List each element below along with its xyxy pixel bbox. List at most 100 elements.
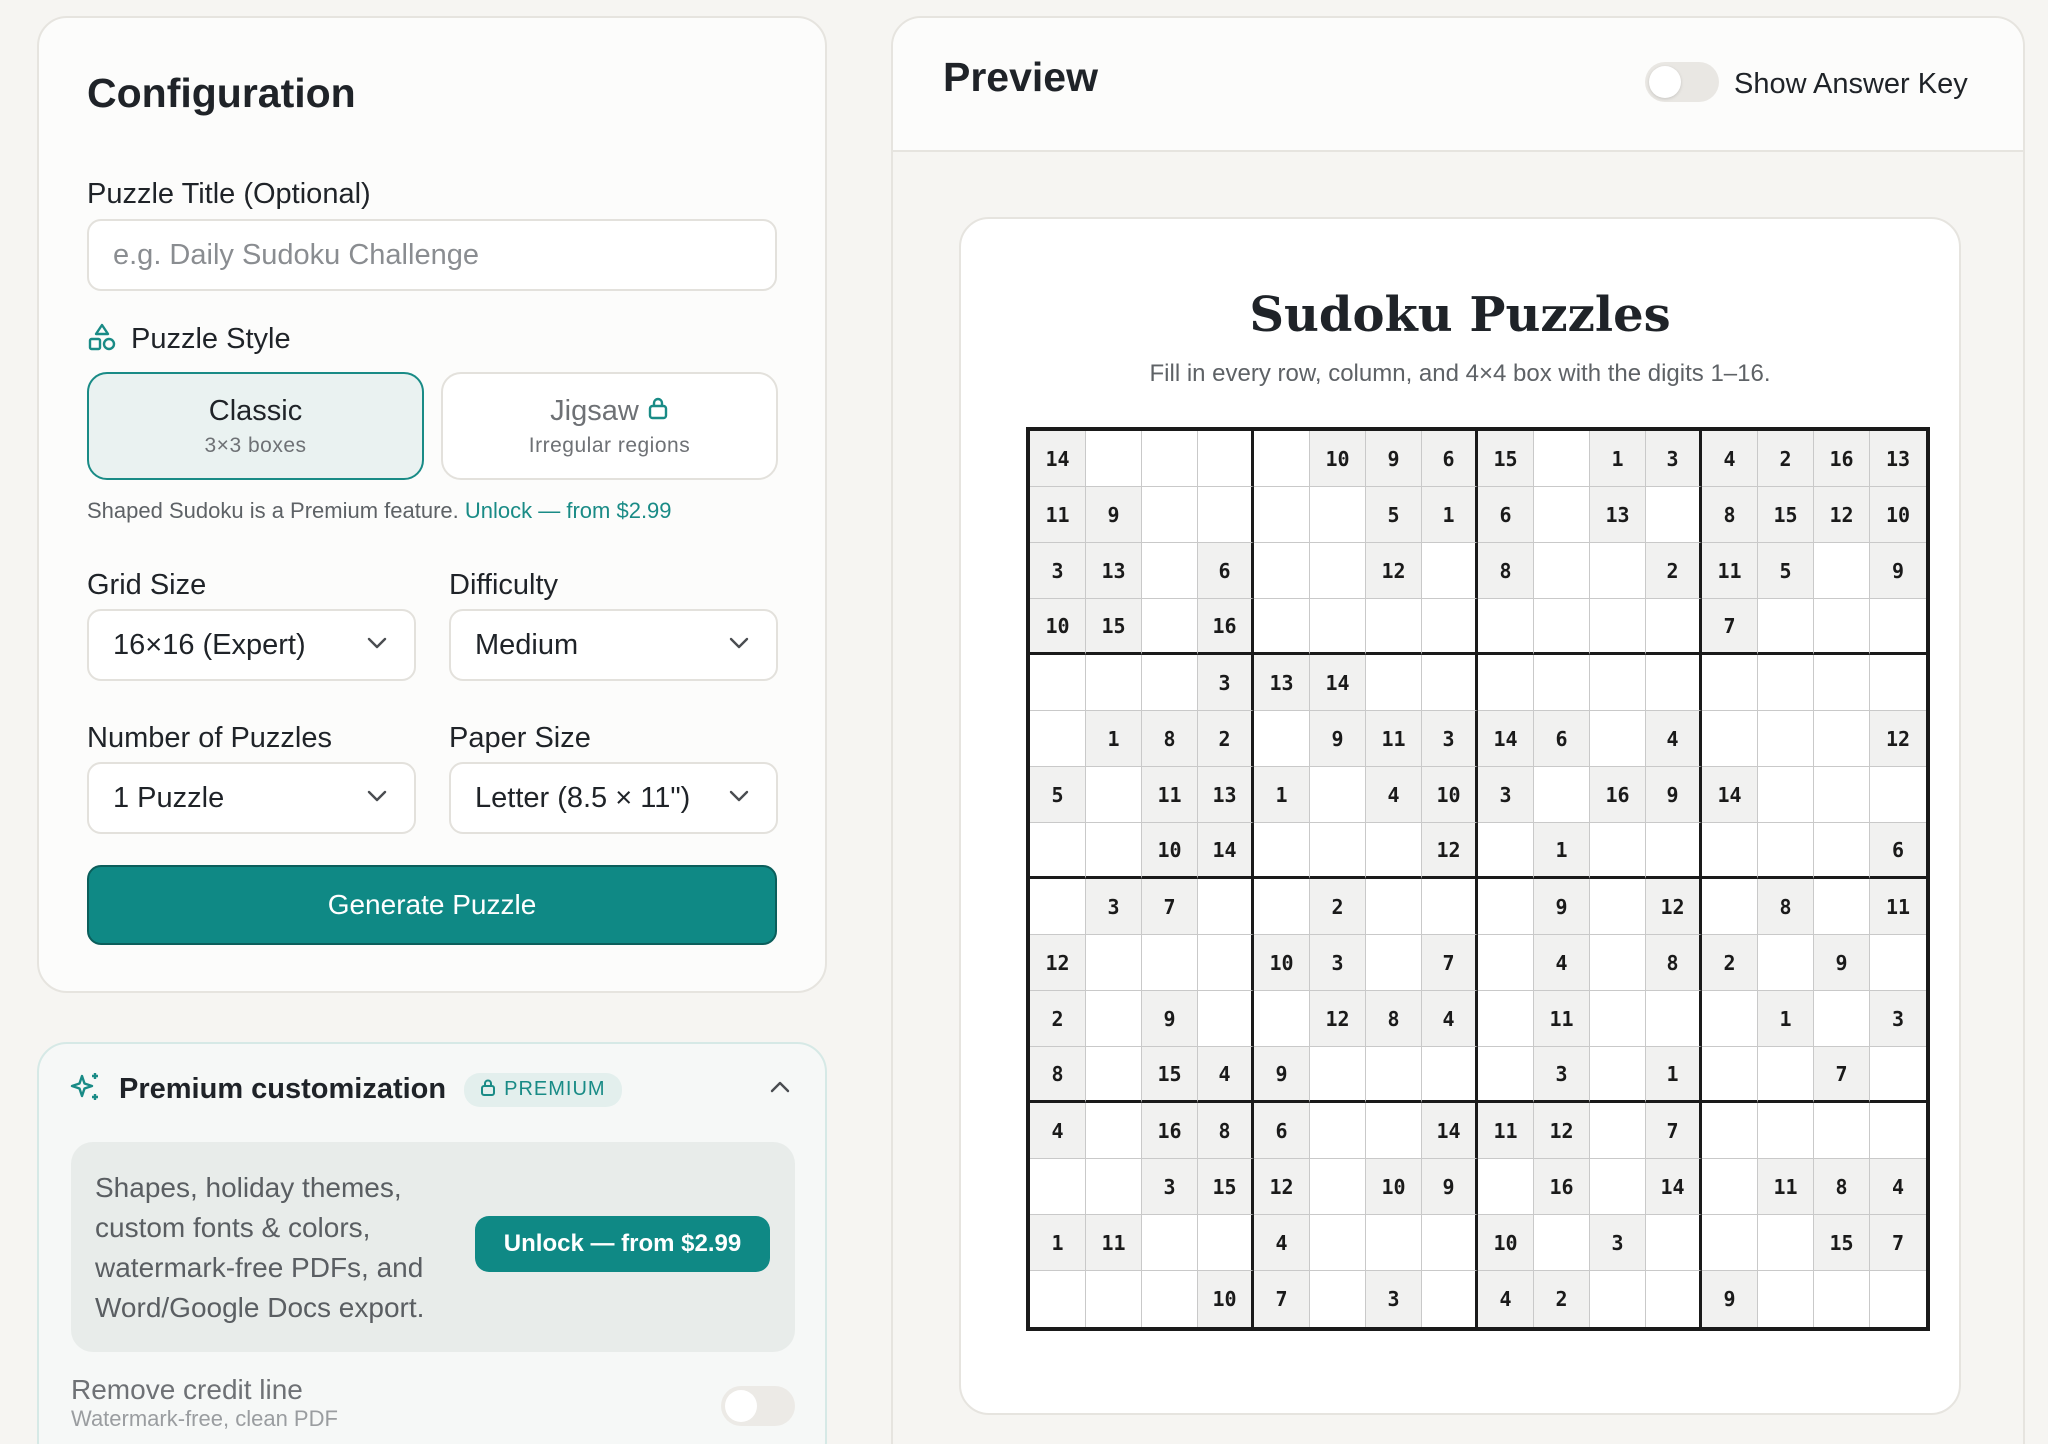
sudoku-cell — [1422, 543, 1478, 599]
sudoku-cell — [1646, 655, 1702, 711]
sudoku-cell — [1198, 935, 1254, 991]
sudoku-cell: 12 — [1422, 823, 1478, 879]
sudoku-cell: 10 — [1198, 1271, 1254, 1327]
sudoku-cell: 11 — [1534, 991, 1590, 1047]
sudoku-cell — [1814, 1271, 1870, 1327]
paper-size-select[interactable]: Letter (8.5 × 11") — [449, 762, 778, 834]
sudoku-cell — [1646, 599, 1702, 655]
sudoku-cell: 10 — [1478, 1215, 1534, 1271]
sudoku-cell — [1590, 823, 1646, 879]
premium-header[interactable]: Premium customization PREMIUM — [69, 1070, 622, 1109]
sudoku-cell — [1590, 711, 1646, 767]
sudoku-cell — [1310, 1215, 1366, 1271]
answer-key-label: Show Answer Key — [1734, 68, 1968, 100]
sudoku-cell — [1366, 655, 1422, 711]
sudoku-cell: 2 — [1534, 1271, 1590, 1327]
premium-title: Premium customization — [119, 1073, 447, 1105]
sudoku-cell: 14 — [1646, 1159, 1702, 1215]
unlock-link[interactable]: Unlock — from $2.99 — [465, 498, 672, 523]
grid-size-select[interactable]: 16×16 (Expert) — [87, 609, 416, 681]
sudoku-cell: 2 — [1030, 991, 1086, 1047]
style-option-classic[interactable]: Classic 3×3 boxes — [87, 372, 424, 480]
premium-badge-label: PREMIUM — [504, 1078, 606, 1100]
chevron-down-icon — [728, 789, 750, 808]
sudoku-cell — [1030, 655, 1086, 711]
sudoku-cell: 11 — [1366, 711, 1422, 767]
remove-credit-toggle[interactable] — [721, 1386, 795, 1426]
sudoku-cell — [1086, 1047, 1142, 1103]
sudoku-cell: 15 — [1814, 1215, 1870, 1271]
sudoku-cell — [1758, 823, 1814, 879]
sudoku-cell: 1 — [1758, 991, 1814, 1047]
sudoku-cell: 9 — [1534, 879, 1590, 935]
sudoku-cell: 8 — [1702, 487, 1758, 543]
sudoku-cell: 11 — [1086, 1215, 1142, 1271]
style-classic-sub: 3×3 boxes — [204, 433, 307, 457]
sudoku-cell: 8 — [1142, 711, 1198, 767]
sudoku-cell: 14 — [1030, 431, 1086, 487]
sudoku-cell — [1422, 599, 1478, 655]
sudoku-cell — [1870, 655, 1926, 711]
sudoku-cell: 13 — [1086, 543, 1142, 599]
chevron-up-icon[interactable] — [769, 1080, 791, 1099]
sudoku-cell: 2 — [1646, 543, 1702, 599]
sudoku-cell — [1254, 991, 1310, 1047]
sudoku-cell — [1366, 1047, 1422, 1103]
sudoku-cell: 4 — [1198, 1047, 1254, 1103]
sudoku-cell — [1478, 935, 1534, 991]
sudoku-cell: 1 — [1590, 431, 1646, 487]
sudoku-cell — [1814, 991, 1870, 1047]
sudoku-cell: 3 — [1870, 991, 1926, 1047]
sudoku-cell — [1814, 823, 1870, 879]
difficulty-select[interactable]: Medium — [449, 609, 778, 681]
sudoku-cell — [1870, 1047, 1926, 1103]
sudoku-cell — [1814, 879, 1870, 935]
sudoku-cell — [1758, 1271, 1814, 1327]
sudoku-cell: 15 — [1086, 599, 1142, 655]
sudoku-cell — [1590, 1047, 1646, 1103]
sudoku-cell: 14 — [1702, 767, 1758, 823]
puzzle-sheet: Sudoku Puzzles Fill in every row, column… — [959, 217, 1961, 1415]
sudoku-cell: 10 — [1422, 767, 1478, 823]
sudoku-cell: 10 — [1142, 823, 1198, 879]
sudoku-cell — [1478, 1047, 1534, 1103]
sudoku-cell — [1310, 1047, 1366, 1103]
sudoku-cell: 11 — [1030, 487, 1086, 543]
sudoku-cell — [1478, 655, 1534, 711]
sudoku-cell: 9 — [1254, 1047, 1310, 1103]
sudoku-cell — [1198, 431, 1254, 487]
sudoku-cell — [1254, 431, 1310, 487]
sudoku-cell — [1590, 655, 1646, 711]
sudoku-cell: 3 — [1422, 711, 1478, 767]
sudoku-cell: 12 — [1534, 1103, 1590, 1159]
sudoku-cell — [1198, 1215, 1254, 1271]
sudoku-grid: 14 10 9 6 15 1 3 4 2 16 13 11 9 5 1 6 13 8 15 12 10 3 13 6 12 8 2 1… — [1026, 427, 1930, 1331]
sudoku-cell — [1758, 599, 1814, 655]
sudoku-cell — [1702, 1159, 1758, 1215]
sudoku-cell: 6 — [1534, 711, 1590, 767]
sudoku-cell — [1758, 767, 1814, 823]
puzzle-title-input[interactable] — [87, 219, 777, 291]
answer-key-toggle[interactable] — [1645, 62, 1719, 102]
unlock-premium-button[interactable]: Unlock — from $2.99 — [475, 1216, 770, 1272]
sudoku-cell — [1702, 1215, 1758, 1271]
sudoku-cell — [1702, 879, 1758, 935]
num-puzzles-select[interactable]: 1 Puzzle — [87, 762, 416, 834]
sudoku-cell: 4 — [1534, 935, 1590, 991]
sudoku-cell: 7 — [1254, 1271, 1310, 1327]
style-option-jigsaw[interactable]: Jigsaw Irregular regions — [441, 372, 778, 480]
sudoku-cell: 13 — [1254, 655, 1310, 711]
sudoku-cell: 16 — [1534, 1159, 1590, 1215]
sudoku-cell — [1590, 543, 1646, 599]
sudoku-cell — [1422, 879, 1478, 935]
num-puzzles-label: Number of Puzzles — [87, 722, 332, 754]
sudoku-cell — [1478, 823, 1534, 879]
sudoku-cell — [1758, 935, 1814, 991]
sudoku-cell: 15 — [1758, 487, 1814, 543]
generate-puzzle-button[interactable]: Generate Puzzle — [87, 865, 777, 945]
sudoku-cell: 3 — [1086, 879, 1142, 935]
puzzle-title-label: Puzzle Title (Optional) — [87, 178, 371, 210]
sudoku-cell — [1646, 1271, 1702, 1327]
chevron-down-icon — [366, 636, 388, 655]
sudoku-cell — [1142, 431, 1198, 487]
